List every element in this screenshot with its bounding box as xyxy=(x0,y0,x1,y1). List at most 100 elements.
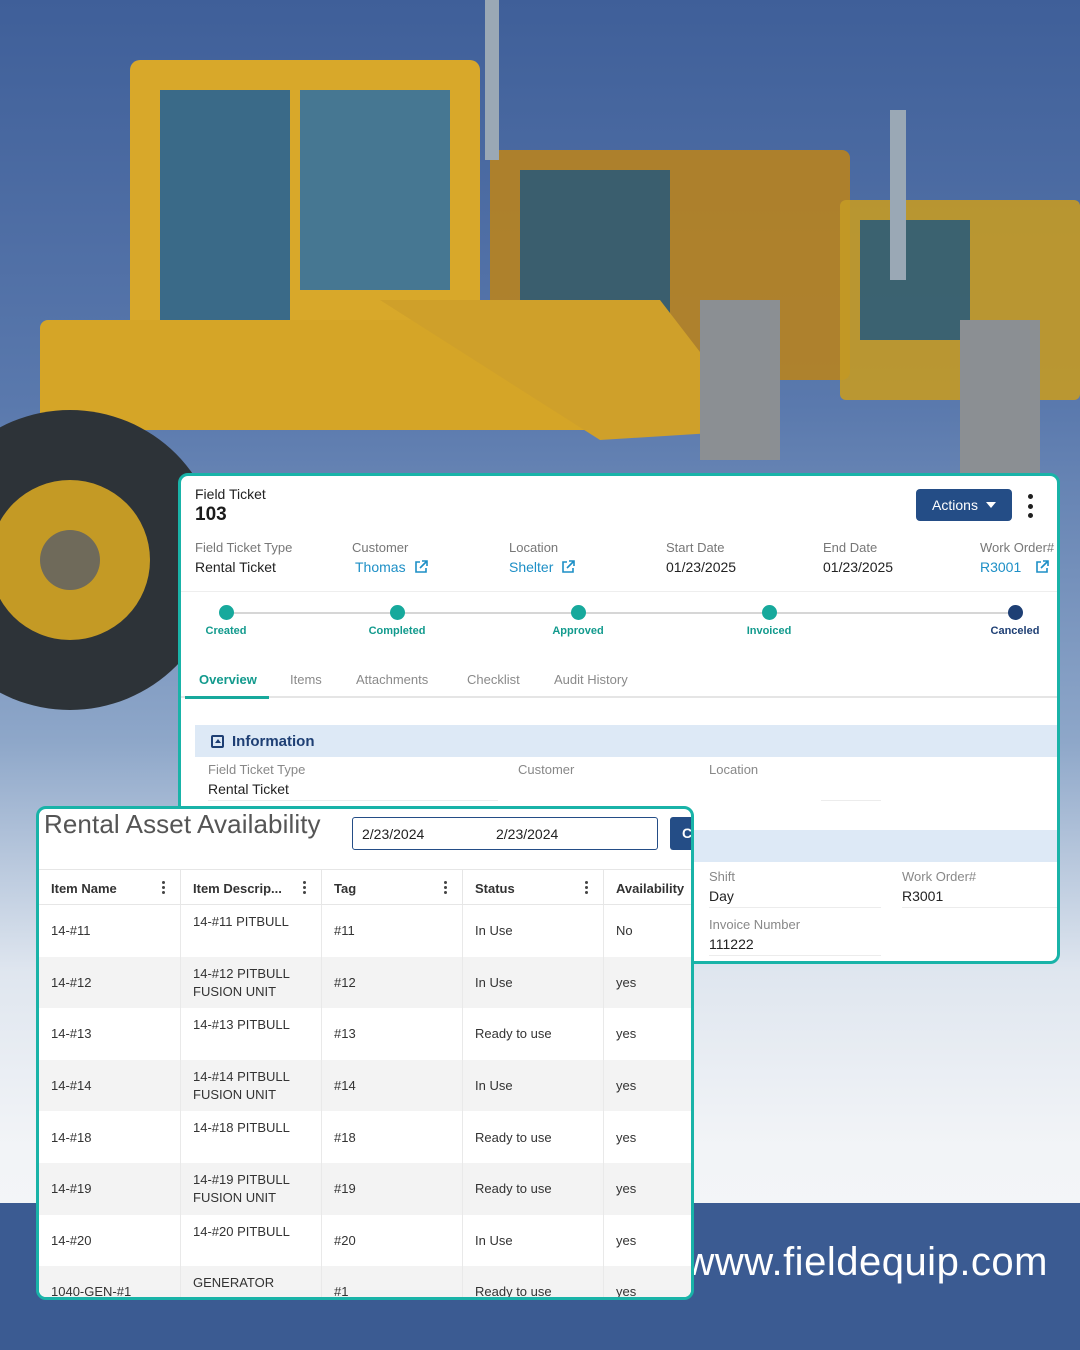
meta-value: Rental Ticket xyxy=(195,559,276,575)
caret-down-icon xyxy=(985,502,996,508)
ticket-number: 103 xyxy=(195,504,227,525)
step-label: Invoiced xyxy=(746,625,792,637)
field-key: Customer xyxy=(518,762,575,777)
table-row[interactable]: 14-#11 14-#11 PITBULL #11 In Use No xyxy=(39,905,691,957)
info-shift: Shift Day xyxy=(709,869,735,904)
col-status[interactable]: Status xyxy=(463,870,604,906)
cell-availability: yes xyxy=(616,1129,637,1145)
field-divider xyxy=(709,955,881,956)
date-from[interactable]: 2/23/2024 xyxy=(362,826,424,842)
rental-availability-card: Rental Asset Availability 2/23/2024 2/23… xyxy=(36,806,694,1300)
table-row[interactable]: 14-#18 14-#18 PITBULL #18 Ready to use yes xyxy=(39,1111,691,1163)
step-label: Completed xyxy=(368,625,426,637)
external-link-icon[interactable] xyxy=(561,560,576,574)
cell-tag: #13 xyxy=(322,1008,463,1060)
cell-status: Ready to use xyxy=(463,1008,604,1060)
cell-tag: #14 xyxy=(322,1059,463,1112)
cell-item-name: 14-#13 xyxy=(39,1008,181,1060)
step-dot xyxy=(570,605,586,620)
kebab-icon[interactable] xyxy=(1023,494,1037,518)
tab-overview[interactable]: Overview xyxy=(199,672,257,687)
work-order-link[interactable]: R3001 xyxy=(980,559,1054,575)
footer-url[interactable]: www.fieldequip.com xyxy=(686,1240,1049,1285)
field-key: Shift xyxy=(709,869,736,884)
collapse-icon[interactable] xyxy=(211,734,224,748)
tab-checklist[interactable]: Checklist xyxy=(467,672,520,687)
cell-status: In Use xyxy=(463,1059,604,1112)
meta-field-ticket-type: Field Ticket Type Rental Ticket xyxy=(195,540,292,575)
cell-status: Ready to use xyxy=(463,1162,604,1215)
cell-availability: yes xyxy=(616,1232,637,1248)
meta-key: End Date xyxy=(823,540,878,555)
cell-item-description: 14-#13 PITBULL xyxy=(181,1008,322,1060)
tab-items[interactable]: Items xyxy=(290,672,322,687)
field-value: 111222 xyxy=(709,936,754,952)
step-label: Created xyxy=(205,625,247,637)
date-to[interactable]: 2/23/2024 xyxy=(496,826,558,842)
customer-link[interactable]: Thomas xyxy=(352,559,428,575)
cell-tag: #1 xyxy=(322,1266,463,1297)
step-completed: Completed xyxy=(337,605,457,637)
step-canceled: Canceled xyxy=(955,605,1057,637)
column-label: Item Descrip... xyxy=(193,881,282,896)
column-menu-icon[interactable] xyxy=(444,881,448,894)
table-row[interactable]: 14-#20 14-#20 PITBULL #20 In Use yes xyxy=(39,1214,691,1267)
meta-value: Shelter xyxy=(509,559,554,575)
cell-tag: #19 xyxy=(322,1162,463,1215)
step-dot xyxy=(761,605,777,620)
check-availability-button[interactable]: C xyxy=(670,817,691,850)
meta-location: Location Shelter xyxy=(509,540,576,575)
cell-item-description: 14-#11 PITBULL xyxy=(181,905,322,957)
cell-status: Ready to use xyxy=(463,1266,604,1297)
column-menu-icon[interactable] xyxy=(162,881,166,894)
info-invoice-number: Invoice Number 111222 xyxy=(709,917,800,952)
meta-value: 01/23/2025 xyxy=(823,559,894,575)
actions-button[interactable]: Actions xyxy=(916,489,1012,521)
meta-key: Customer xyxy=(352,540,409,555)
cell-availability: yes xyxy=(616,1181,637,1197)
column-label: Item Name xyxy=(51,881,117,896)
cell-item-name: 14-#14 xyxy=(39,1059,181,1112)
external-link-icon[interactable] xyxy=(414,560,428,574)
cell-tag: #12 xyxy=(322,956,463,1009)
info-location: Location xyxy=(709,762,758,777)
tab-attachments[interactable]: Attachments xyxy=(356,672,428,687)
meta-end-date: End Date 01/23/2025 xyxy=(823,540,893,575)
table-row[interactable]: 14-#19 14-#19 PITBULL FUSION UNIT #19 Ready… xyxy=(39,1162,691,1215)
ticket-meta-row: Field Ticket Type Rental Ticket Customer… xyxy=(195,540,1057,588)
step-dot xyxy=(1007,605,1023,620)
cell-tag: #18 xyxy=(322,1111,463,1163)
cell-item-description: 14-#14 PITBULL FUSION UNIT xyxy=(181,1059,322,1112)
col-item-description[interactable]: Item Descrip... xyxy=(181,870,322,906)
table-row[interactable]: 14-#12 14-#12 PITBULL FUSION UNIT #12 In Us… xyxy=(39,956,691,1009)
external-link-icon[interactable] xyxy=(1035,560,1050,574)
cell-tag: #20 xyxy=(322,1214,463,1267)
meta-key: Location xyxy=(509,540,559,555)
cell-availability: yes xyxy=(616,974,637,990)
location-link[interactable]: Shelter xyxy=(509,559,576,575)
col-availability[interactable]: Availability xyxy=(604,870,691,906)
field-key: Location xyxy=(709,762,759,777)
tab-audit-history[interactable]: Audit History xyxy=(554,672,628,687)
ticket-header: Field Ticket 103 xyxy=(195,486,266,526)
column-label: Availability xyxy=(616,881,685,896)
column-menu-icon[interactable] xyxy=(303,881,307,894)
information-section-header[interactable]: Information xyxy=(195,725,1057,757)
cell-status: In Use xyxy=(463,1214,604,1267)
cell-availability: yes xyxy=(616,1026,637,1042)
cell-item-name: 14-#11 xyxy=(39,905,181,957)
meta-key: Start Date xyxy=(666,540,725,555)
column-menu-icon[interactable] xyxy=(585,881,589,894)
field-divider xyxy=(902,907,1057,908)
date-range-input[interactable]: 2/23/2024 2/23/2024 xyxy=(352,817,658,850)
table-row[interactable]: 14-#13 14-#13 PITBULL #13 Ready to use yes xyxy=(39,1008,691,1060)
ticket-label: Field Ticket xyxy=(195,486,266,502)
field-divider xyxy=(208,800,498,801)
availability-table: Item Name Item Descrip... Tag Status Ava… xyxy=(39,869,691,1297)
col-item-name[interactable]: Item Name xyxy=(39,870,181,906)
cell-status: In Use xyxy=(463,905,604,957)
info-work-order: Work Order# R3001 xyxy=(902,869,976,904)
col-tag[interactable]: Tag xyxy=(322,870,463,906)
table-row[interactable]: 14-#14 14-#14 PITBULL FUSION UNIT #14 In Us… xyxy=(39,1059,691,1112)
table-row[interactable]: 1040-GEN-#1 GENERATOR #1 Ready to use yes xyxy=(39,1266,691,1297)
